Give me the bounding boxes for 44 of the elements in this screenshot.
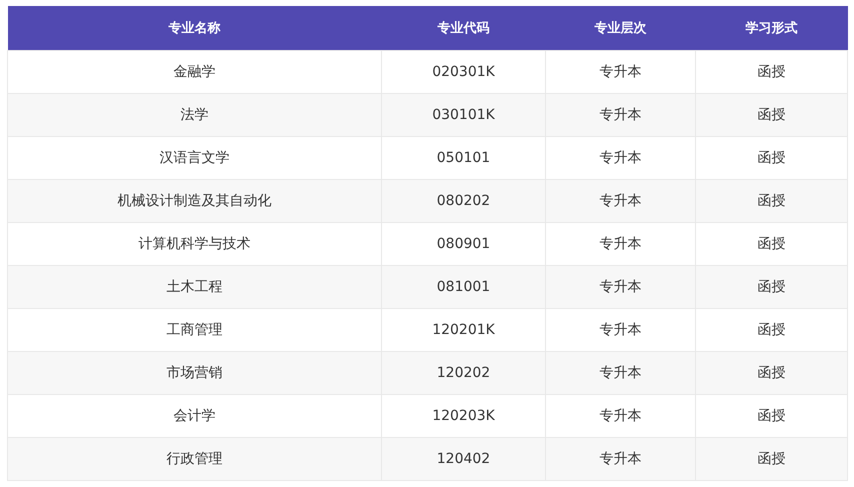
table-cell: 函授 xyxy=(696,308,848,352)
table-cell: 专升本 xyxy=(546,266,696,308)
table-cell: 函授 xyxy=(696,352,848,394)
table-cell: 120203K xyxy=(382,394,546,438)
table-cell: 专升本 xyxy=(546,438,696,480)
table-cell: 专升本 xyxy=(546,94,696,136)
table-cell: 金融学 xyxy=(8,50,382,94)
table-cell: 专升本 xyxy=(546,352,696,394)
table-cell: 函授 xyxy=(696,394,848,438)
table-cell: 030101K xyxy=(382,94,546,136)
column-header: 专业代码 xyxy=(382,6,546,50)
column-header: 专业名称 xyxy=(8,6,382,50)
table-cell: 专升本 xyxy=(546,222,696,266)
table-cell: 工商管理 xyxy=(8,308,382,352)
table-cell: 120202 xyxy=(382,352,546,394)
table-cell: 会计学 xyxy=(8,394,382,438)
table-cell: 函授 xyxy=(696,50,848,94)
table-cell: 020301K xyxy=(382,50,546,94)
table-cell: 专升本 xyxy=(546,394,696,438)
table-cell: 专升本 xyxy=(546,136,696,180)
table-cell: 080202 xyxy=(382,180,546,222)
table-cell: 专升本 xyxy=(546,50,696,94)
table-cell: 市场营销 xyxy=(8,352,382,394)
table-cell: 120402 xyxy=(382,438,546,480)
table-cell: 函授 xyxy=(696,136,848,180)
table-cell: 土木工程 xyxy=(8,266,382,308)
column-header: 专业层次 xyxy=(546,6,696,50)
table-cell: 专升本 xyxy=(546,180,696,222)
table-cell: 汉语言文学 xyxy=(8,136,382,180)
table-cell: 函授 xyxy=(696,266,848,308)
table-cell: 专升本 xyxy=(546,308,696,352)
table-cell: 行政管理 xyxy=(8,438,382,480)
table-cell: 函授 xyxy=(696,438,848,480)
table-cell: 050101 xyxy=(382,136,546,180)
table-cell: 计算机科学与技术 xyxy=(8,222,382,266)
column-header: 学习形式 xyxy=(696,6,848,50)
table-cell: 080901 xyxy=(382,222,546,266)
table-cell: 081001 xyxy=(382,266,546,308)
table-cell: 法学 xyxy=(8,94,382,136)
table-cell: 机械设计制造及其自动化 xyxy=(8,180,382,222)
table-cell: 120201K xyxy=(382,308,546,352)
table-cell: 函授 xyxy=(696,94,848,136)
table-cell: 函授 xyxy=(696,180,848,222)
table-cell: 函授 xyxy=(696,222,848,266)
